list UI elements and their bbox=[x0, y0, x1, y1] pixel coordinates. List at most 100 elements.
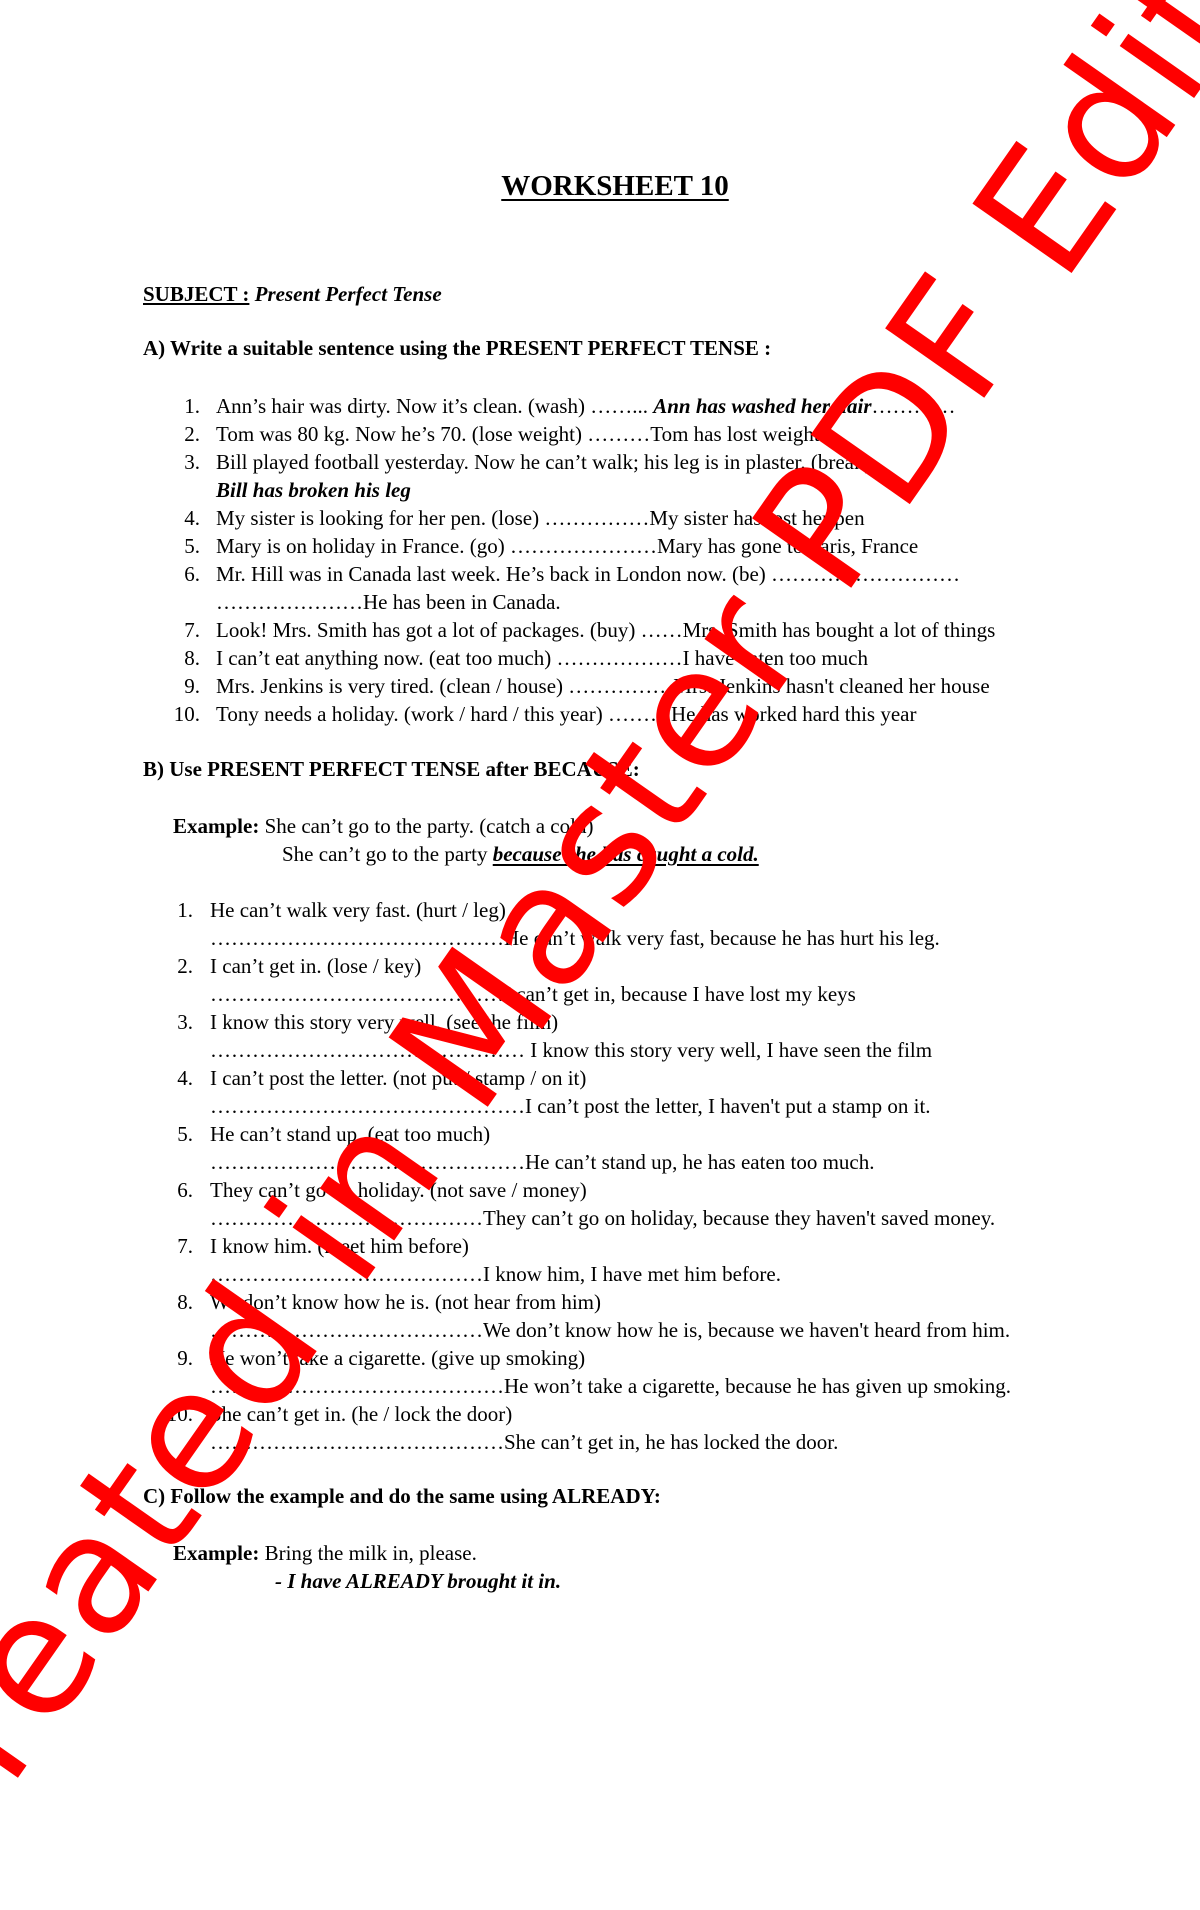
answer-dots: ………………………………… bbox=[210, 1206, 483, 1230]
item-answer: Tom has lost weight bbox=[650, 422, 820, 446]
document-page: WORKSHEET 10 SUBJECT : Present Perfect T… bbox=[0, 0, 1200, 1910]
item-question: Look! Mrs. Smith has got a lot of packag… bbox=[216, 618, 683, 642]
item-question: I know this story very well. (see the fi… bbox=[210, 1010, 559, 1034]
answer-dots: …………………………………… bbox=[210, 982, 504, 1006]
item-answer: …………………He has been in Canada. bbox=[216, 590, 561, 614]
item-question: Tom was 80 kg. Now he’s 70. (lose weight… bbox=[216, 422, 651, 446]
item-text: Mr. Hill was in Canada last week. He’s b… bbox=[216, 560, 960, 588]
item-number: 5. bbox=[184, 534, 200, 558]
item-number: 2. bbox=[184, 422, 200, 446]
item-answer: She can’t get in, he has locked the door… bbox=[504, 1430, 839, 1454]
item-question: He won’t take a cigarette. (give up smok… bbox=[210, 1346, 586, 1370]
item-number: 6. bbox=[177, 1178, 193, 1202]
item-answer: They can’t go on holiday, because they h… bbox=[483, 1206, 996, 1230]
item-number: 8. bbox=[177, 1290, 193, 1314]
item-answer-line: ……………………………………… I know this story very w… bbox=[210, 1036, 932, 1064]
item-answer: He can’t walk very fast, because he has … bbox=[504, 926, 940, 950]
item-text: Mary is on holiday in France. (go) ……………… bbox=[216, 532, 918, 560]
item-answer: I can’t get in, because I have lost my k… bbox=[504, 982, 856, 1006]
item-question: They can’t go on holiday. (not save / mo… bbox=[210, 1178, 587, 1202]
item-trailing-dots: ………… bbox=[871, 394, 956, 418]
example-label: Example: bbox=[173, 1541, 260, 1565]
item-number: 2. bbox=[177, 954, 193, 978]
subject-label: SUBJECT : bbox=[143, 282, 250, 306]
section-a-heading: A) Write a suitable sentence using the P… bbox=[143, 336, 772, 360]
example-answer-prefix: She can’t go to the party bbox=[282, 842, 493, 866]
item-number: 3. bbox=[184, 450, 200, 474]
item-question: Mary is on holiday in France. (go) ……………… bbox=[216, 534, 657, 558]
answer-dots: …………………………………… bbox=[210, 1374, 504, 1398]
item-question: He can’t stand up. (eat too much) bbox=[210, 1122, 491, 1146]
item-question: Tony needs a holiday. (work / hard / thi… bbox=[216, 702, 671, 726]
title-text: WORKSHEET 10 bbox=[501, 170, 729, 202]
item-question: Mr. Hill was in Canada last week. He’s b… bbox=[216, 562, 961, 586]
section-c-example-answer: - I have ALREADY brought it in. bbox=[275, 1569, 562, 1593]
item-answer: I know this story very well, I have seen… bbox=[530, 1038, 933, 1062]
item-question: I know him. (meet him before) bbox=[210, 1234, 469, 1258]
item-answer: My sister has lost her pen bbox=[649, 506, 865, 530]
item-number: 9. bbox=[184, 674, 200, 698]
item-number: 4. bbox=[184, 506, 200, 530]
item-answer-line: ………………………………………I can’t post the letter, … bbox=[210, 1092, 931, 1120]
item-answer: I know him, I have met him before. bbox=[483, 1262, 781, 1286]
item-answer-line: ………………………………………He can’t stand up, he has… bbox=[210, 1148, 875, 1176]
item-answer-line: ……………………………………I can’t get in, because I … bbox=[210, 980, 856, 1008]
answer-dots: ……………………………………… bbox=[210, 1094, 525, 1118]
answer-dots: ………………………………… bbox=[210, 1318, 483, 1342]
item-question: I can’t get in. (lose / key) bbox=[210, 954, 422, 978]
item-answer-line: ……………………………………He won’t take a cigarette,… bbox=[210, 1372, 1011, 1400]
item-answer: He can’t stand up, he has eaten too much… bbox=[525, 1150, 875, 1174]
item-number: 7. bbox=[177, 1234, 193, 1258]
item-question: I can’t post the letter. (not put / stam… bbox=[210, 1066, 587, 1090]
item-answer-line: …………………………………I know him, I have met him … bbox=[210, 1260, 781, 1288]
section-b-heading: B) Use PRESENT PERFECT TENSE after BECAU… bbox=[143, 757, 640, 781]
item-answer: We don’t know how he is, because we have… bbox=[483, 1318, 1011, 1342]
item-text: Mrs. Jenkins is very tired. (clean / hou… bbox=[216, 672, 990, 700]
example-question: Bring the milk in, please. bbox=[264, 1541, 477, 1565]
item-number: 4. bbox=[177, 1066, 193, 1090]
item-number: 1. bbox=[184, 394, 200, 418]
item-answer-line: …………………………………We don’t know how he is, be… bbox=[210, 1316, 1010, 1344]
item-question: I can’t eat anything now. (eat too much)… bbox=[216, 646, 683, 670]
list-item-continuation: …………………He has been in Canada. bbox=[216, 588, 561, 616]
item-number: 5. bbox=[177, 1122, 193, 1146]
item-number: 1. bbox=[177, 898, 193, 922]
item-answer: I have eaten too much bbox=[682, 646, 868, 670]
subject-line: SUBJECT : Present Perfect Tense bbox=[143, 282, 442, 307]
answer-dots: ……………………………………… bbox=[210, 1150, 525, 1174]
list-item-continuation: Bill has broken his leg bbox=[216, 476, 411, 504]
item-question: Mrs. Jenkins is very tired. (clean / hou… bbox=[216, 674, 674, 698]
answer-dots: ……………………………………… bbox=[210, 1038, 531, 1062]
answer-dots: …………………………………… bbox=[210, 926, 504, 950]
item-answer: He won’t take a cigarette, because he ha… bbox=[504, 1374, 1011, 1398]
item-answer-line: …………………………………They can’t go on holiday, b… bbox=[210, 1204, 995, 1232]
answer-dots: …………………………………… bbox=[210, 1430, 504, 1454]
item-text: Look! Mrs. Smith has got a lot of packag… bbox=[216, 616, 995, 644]
item-text: Ann’s hair was dirty. Now it’s clean. (w… bbox=[216, 392, 956, 420]
item-text: Bill played football yesterday. Now he c… bbox=[216, 448, 872, 476]
item-text: My sister is looking for her pen. (lose)… bbox=[216, 504, 865, 532]
item-number: 10. bbox=[166, 1402, 193, 1426]
section-c-example: Example: Bring the milk in, please. bbox=[173, 1539, 477, 1567]
item-answer: Ann has washed her hair bbox=[653, 394, 872, 418]
item-answer: He has worked hard this year bbox=[670, 702, 917, 726]
item-number: 8. bbox=[184, 646, 200, 670]
item-answer: Mrs. Smith has bought a lot of things bbox=[682, 618, 996, 642]
item-text: I can’t eat anything now. (eat too much)… bbox=[216, 644, 868, 672]
item-answer: Mary has gone to Paris, France bbox=[656, 534, 919, 558]
item-number: 3. bbox=[177, 1010, 193, 1034]
item-answer: Bill has broken his leg bbox=[216, 478, 411, 502]
item-number: 6. bbox=[184, 562, 200, 586]
item-question: Bill played football yesterday. Now he c… bbox=[216, 450, 872, 474]
item-question: We don’t know how he is. (not hear from … bbox=[210, 1290, 602, 1314]
section-b-example: Example: She can’t go to the party. (cat… bbox=[173, 812, 593, 840]
item-question: My sister is looking for her pen. (lose)… bbox=[216, 506, 650, 530]
item-number: 9. bbox=[177, 1346, 193, 1370]
item-question: He can’t walk very fast. (hurt / leg) bbox=[210, 898, 506, 922]
example-question: She can’t go to the party. (catch a cold… bbox=[264, 814, 594, 838]
item-text: Tony needs a holiday. (work / hard / thi… bbox=[216, 700, 916, 728]
item-question: She can’t get in. (he / lock the door) bbox=[210, 1402, 513, 1426]
item-number: 7. bbox=[184, 618, 200, 642]
answer-dots: ………………………………… bbox=[210, 1262, 483, 1286]
section-c-heading: C) Follow the example and do the same us… bbox=[143, 1484, 661, 1508]
